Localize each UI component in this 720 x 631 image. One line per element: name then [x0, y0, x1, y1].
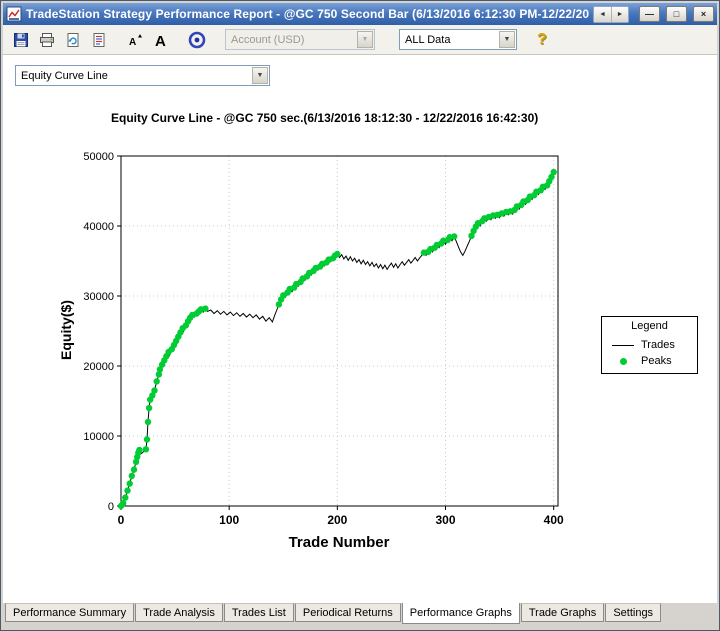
svg-text:A: A — [155, 33, 166, 49]
tab-performance-summary[interactable]: Performance Summary — [5, 603, 134, 622]
y-tick-label: 50000 — [83, 151, 114, 163]
report-forward-button[interactable]: ► — [611, 7, 628, 22]
tab-strip: Performance Summary Trade Analysis Trade… — [3, 603, 717, 628]
legend-entry-peaks: Peaks — [602, 353, 697, 369]
format-report-button[interactable] — [87, 28, 111, 52]
peak-dot — [202, 305, 208, 311]
svg-text:A: A — [129, 37, 136, 48]
x-tick-label: 200 — [327, 513, 347, 527]
dropdown-arrow-icon: ▼ — [252, 67, 268, 84]
legend: Legend Trades Peaks — [601, 316, 698, 374]
font-increase-icon: A — [152, 31, 170, 49]
y-tick-label: 40000 — [83, 221, 114, 233]
chart-title: Equity Curve Line - @GC 750 sec.(6/13/20… — [111, 111, 538, 125]
peak-dot — [145, 419, 151, 425]
bullseye-icon — [188, 31, 206, 49]
font-increase-button[interactable]: A — [149, 28, 173, 52]
legend-trades-line-symbol — [612, 345, 634, 346]
format-report-icon — [91, 32, 107, 48]
x-tick-label: 100 — [219, 513, 239, 527]
legend-title: Legend — [602, 320, 697, 332]
peak-dot — [334, 251, 340, 257]
tab-settings[interactable]: Settings — [605, 603, 661, 622]
legend-trades-label: Trades — [641, 339, 675, 351]
plot-frame — [121, 156, 558, 506]
account-select-value: Account (USD) — [231, 34, 304, 46]
peak-dot — [143, 446, 149, 452]
save-button[interactable] — [9, 28, 33, 52]
peak-dot — [120, 500, 126, 506]
peak-dot — [551, 169, 557, 175]
save-icon — [13, 32, 29, 48]
graph-type-select[interactable]: Equity Curve Line ▼ — [15, 65, 270, 86]
peak-dot — [144, 436, 150, 442]
y-axis-title: Equity($) — [58, 155, 74, 505]
peak-dot — [124, 487, 130, 493]
tab-performance-graphs[interactable]: Performance Graphs — [402, 602, 520, 624]
x-axis-title: Trade Number — [239, 534, 439, 551]
report-back-button[interactable]: ◄ — [594, 7, 611, 22]
legend-peaks-label: Peaks — [641, 355, 672, 367]
y-tick-label: 10000 — [83, 431, 114, 443]
tab-trade-analysis[interactable]: Trade Analysis — [135, 603, 223, 622]
y-tick-label: 30000 — [83, 291, 114, 303]
legend-entry-trades: Trades — [602, 337, 697, 353]
peak-dot — [451, 233, 457, 239]
y-tick-label: 0 — [108, 501, 114, 513]
close-button[interactable]: × — [693, 6, 714, 22]
peak-dot — [136, 447, 142, 453]
peak-dot — [129, 473, 135, 479]
peak-dot — [154, 378, 160, 384]
app-icon — [6, 6, 22, 22]
tab-periodical-returns[interactable]: Periodical Returns — [295, 603, 401, 622]
peak-dot — [131, 466, 137, 472]
tab-trade-graphs[interactable]: Trade Graphs — [521, 603, 604, 622]
x-tick-label: 400 — [544, 513, 564, 527]
equity-line — [121, 172, 554, 506]
refresh-report-button[interactable] — [61, 28, 85, 52]
refresh-report-icon — [65, 32, 81, 48]
maximize-button[interactable]: □ — [666, 6, 687, 22]
window-title: TradeStation Strategy Performance Report… — [26, 7, 589, 21]
peak-dot — [122, 494, 128, 500]
peak-dot — [127, 480, 133, 486]
help-button[interactable]: ? — [537, 31, 547, 49]
bullseye-button[interactable] — [185, 28, 209, 52]
account-select[interactable]: Account (USD) ▼ — [225, 29, 375, 50]
data-range-select-value: ALL Data — [405, 34, 450, 46]
report-nav-group: ◄ ► — [593, 6, 629, 23]
minimize-button[interactable]: — — [639, 6, 660, 22]
equity-curve-chart: 0 10000 20000 30000 40000 50000 0 100 200 300 400 — [63, 145, 578, 577]
tab-trades-list[interactable]: Trades List — [224, 603, 294, 622]
x-tick-label: 300 — [435, 513, 455, 527]
print-button[interactable] — [35, 28, 59, 52]
title-bar[interactable]: TradeStation Strategy Performance Report… — [3, 3, 717, 25]
peak-dot — [151, 387, 157, 393]
data-range-select[interactable]: ALL Data ▼ — [399, 29, 517, 50]
font-decrease-icon: A — [126, 31, 144, 49]
toolbar: A A Account (USD) ▼ ALL Data ▼ ? — [3, 25, 717, 55]
dropdown-arrow-icon: ▼ — [499, 31, 515, 48]
peak-dot — [146, 405, 152, 411]
help-icon: ? — [537, 31, 547, 48]
print-icon — [39, 32, 55, 48]
report-content: Equity Curve Line ▼ Equity Curve Line - … — [3, 55, 717, 603]
x-tick-label: 0 — [118, 513, 125, 527]
graph-type-select-value: Equity Curve Line — [21, 70, 108, 82]
font-decrease-button[interactable]: A — [123, 28, 147, 52]
y-tick-label: 20000 — [83, 361, 114, 373]
legend-peaks-dot — [620, 358, 627, 365]
dropdown-arrow-icon: ▼ — [357, 31, 373, 48]
tradestation-window: TradeStation Strategy Performance Report… — [0, 0, 720, 631]
